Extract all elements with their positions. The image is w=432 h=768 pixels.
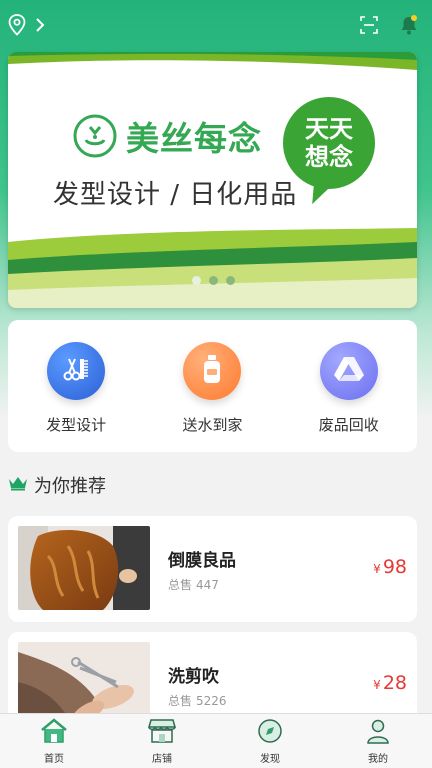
home-icon xyxy=(39,717,69,748)
sales-count: 447 xyxy=(196,578,219,592)
carousel-dot[interactable] xyxy=(192,276,201,285)
carousel-indicator xyxy=(192,276,235,285)
tab-label: 店铺 xyxy=(152,753,172,765)
sales-count: 5226 xyxy=(196,694,227,708)
sales-label: 总售 xyxy=(168,694,193,708)
tab-shop[interactable]: 店铺 xyxy=(122,718,202,765)
service-water-delivery[interactable]: 送水到家 xyxy=(157,342,267,435)
location-pin-icon[interactable] xyxy=(8,14,26,36)
water-bottle-icon xyxy=(200,354,224,388)
bell-icon[interactable] xyxy=(400,15,418,35)
shop-icon xyxy=(147,718,177,748)
tab-label: 发现 xyxy=(260,753,280,765)
service-icon-circle xyxy=(47,342,106,400)
brand-logo-icon xyxy=(72,113,118,159)
tab-home[interactable]: 首页 xyxy=(14,717,94,765)
sales-label: 总售 xyxy=(168,578,193,592)
service-hair-design[interactable]: 发型设计 xyxy=(21,342,131,435)
tab-label: 首页 xyxy=(44,753,64,765)
compass-icon xyxy=(257,718,283,748)
product-name: 洗剪吹 xyxy=(168,667,219,687)
product-sales: 总售 5226 xyxy=(168,692,227,709)
product-name: 倒膜良品 xyxy=(168,551,236,571)
service-icon-circle xyxy=(183,342,242,400)
product-thumbnail xyxy=(18,526,150,610)
service-recycling[interactable]: 废品回收 xyxy=(294,342,404,435)
crown-icon xyxy=(8,475,28,495)
promo-banner[interactable]: 美丝每念 发型设计 / 日化用品 天天 想念 xyxy=(8,52,417,308)
tab-mine[interactable]: 我的 xyxy=(338,718,418,765)
speech-bubble: 天天 想念 xyxy=(283,97,375,189)
bottom-tab-bar: 首页 店铺 发现 我的 xyxy=(0,713,432,768)
price-value: 28 xyxy=(382,672,407,694)
banner-slogan: 发型设计 / 日化用品 xyxy=(53,180,298,210)
bubble-line-2: 想念 xyxy=(305,143,353,171)
top-bar xyxy=(0,0,432,50)
bubble-line-1: 天天 xyxy=(305,115,353,143)
carousel-dot[interactable] xyxy=(226,276,235,285)
scissors-comb-icon xyxy=(61,354,91,388)
service-label: 送水到家 xyxy=(182,416,243,434)
service-label: 废品回收 xyxy=(318,416,379,434)
tab-discover[interactable]: 发现 xyxy=(230,718,310,765)
service-grid: 发型设计 送水到家 废品回收 xyxy=(8,320,417,452)
brand-name: 美丝每念 xyxy=(126,119,262,158)
chevron-right-icon[interactable] xyxy=(34,17,46,33)
scan-icon[interactable] xyxy=(360,16,378,34)
price-currency: ¥ xyxy=(373,562,381,576)
price-value: 98 xyxy=(382,556,407,578)
user-icon xyxy=(365,718,391,748)
product-price: ¥ 28 xyxy=(373,672,407,694)
product-sales: 总售 447 xyxy=(168,576,219,593)
service-icon-circle xyxy=(319,342,378,400)
recommend-title: 为你推荐 xyxy=(34,476,106,497)
product-card[interactable]: 倒膜良品 总售 447 ¥ 98 xyxy=(8,516,417,622)
product-price: ¥ 98 xyxy=(373,556,407,578)
recycle-triangle-icon xyxy=(333,355,365,387)
tab-label: 我的 xyxy=(368,753,388,765)
price-currency: ¥ xyxy=(373,678,381,692)
service-label: 发型设计 xyxy=(46,416,107,434)
carousel-dot[interactable] xyxy=(209,276,218,285)
recommend-header: 为你推荐 xyxy=(8,472,106,498)
